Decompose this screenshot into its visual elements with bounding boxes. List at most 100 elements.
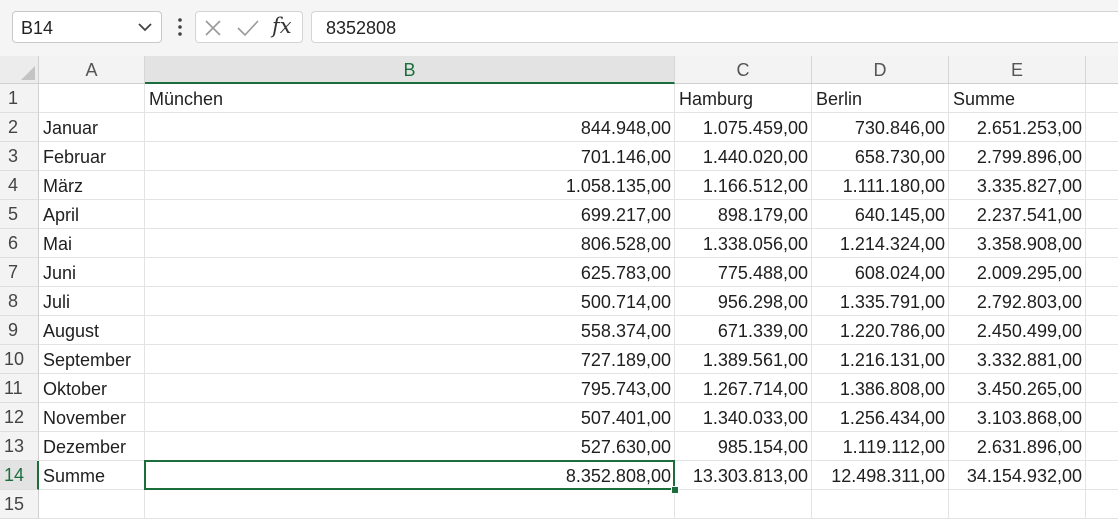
cell-e14[interactable]: 34.154.932,00 [949, 461, 1086, 490]
cancel-icon[interactable] [204, 19, 222, 37]
cell-d11[interactable]: 1.386.808,00 [812, 374, 949, 403]
cell-d3[interactable]: 658.730,00 [812, 142, 949, 171]
cell-a4[interactable]: März [39, 171, 145, 200]
cell-e1[interactable]: Summe [949, 84, 1086, 113]
cell-filler[interactable] [1086, 171, 1118, 200]
more-options-icon[interactable] [170, 15, 190, 39]
confirm-icon[interactable] [236, 19, 260, 37]
row-header-15[interactable]: 15 [0, 490, 39, 519]
row-header-10[interactable]: 10 [0, 345, 39, 374]
cell-filler[interactable] [1086, 84, 1118, 113]
cell-d8[interactable]: 1.335.791,00 [812, 287, 949, 316]
cell-e11[interactable]: 3.450.265,00 [949, 374, 1086, 403]
cell-d1[interactable]: Berlin [812, 84, 949, 113]
fill-handle[interactable] [671, 486, 679, 494]
column-header-d[interactable]: D [812, 56, 949, 84]
cell-d13[interactable]: 1.119.112,00 [812, 432, 949, 461]
cell-filler[interactable] [1086, 432, 1118, 461]
select-all-icon[interactable] [21, 66, 35, 80]
row-header-9[interactable]: 9 [0, 316, 39, 345]
cell-a12[interactable]: November [39, 403, 145, 432]
cell-c15[interactable] [675, 490, 812, 519]
cell-filler[interactable] [1086, 374, 1118, 403]
row-header-11[interactable]: 11 [0, 374, 39, 403]
cell-b11[interactable]: 795.743,00 [145, 374, 675, 403]
cell-filler[interactable] [1086, 113, 1118, 142]
cell-c7[interactable]: 775.488,00 [675, 258, 812, 287]
cell-d15[interactable] [812, 490, 949, 519]
cell-a5[interactable]: April [39, 200, 145, 229]
cell-e12[interactable]: 3.103.868,00 [949, 403, 1086, 432]
cell-b15[interactable] [145, 490, 675, 519]
cell-filler[interactable] [1086, 200, 1118, 229]
cell-c11[interactable]: 1.267.714,00 [675, 374, 812, 403]
cell-b13[interactable]: 527.630,00 [145, 432, 675, 461]
cell-d14[interactable]: 12.498.311,00 [812, 461, 949, 490]
cell-a6[interactable]: Mai [39, 229, 145, 258]
cell-filler[interactable] [1086, 461, 1118, 490]
cell-c1[interactable]: Hamburg [675, 84, 812, 113]
cell-b3[interactable]: 701.146,00 [145, 142, 675, 171]
cell-d4[interactable]: 1.111.180,00 [812, 171, 949, 200]
cell-b14[interactable]: 8.352.808,00 [145, 461, 675, 490]
row-header-13[interactable]: 13 [0, 432, 39, 461]
row-header-4[interactable]: 4 [0, 171, 39, 200]
cell-b2[interactable]: 844.948,00 [145, 113, 675, 142]
cell-b12[interactable]: 507.401,00 [145, 403, 675, 432]
cell-e7[interactable]: 2.009.295,00 [949, 258, 1086, 287]
cell-e15[interactable] [949, 490, 1086, 519]
row-header-7[interactable]: 7 [0, 258, 39, 287]
cell-e9[interactable]: 2.450.499,00 [949, 316, 1086, 345]
cell-a10[interactable]: September [39, 345, 145, 374]
cell-c9[interactable]: 671.339,00 [675, 316, 812, 345]
cell-b9[interactable]: 558.374,00 [145, 316, 675, 345]
cell-filler[interactable] [1086, 142, 1118, 171]
row-header-12[interactable]: 12 [0, 403, 39, 432]
cell-b6[interactable]: 806.528,00 [145, 229, 675, 258]
select-all-corner[interactable] [0, 56, 39, 84]
cell-b5[interactable]: 699.217,00 [145, 200, 675, 229]
row-header-1[interactable]: 1 [0, 84, 39, 113]
cell-a8[interactable]: Juli [39, 287, 145, 316]
cell-e5[interactable]: 2.237.541,00 [949, 200, 1086, 229]
cell-e10[interactable]: 3.332.881,00 [949, 345, 1086, 374]
formula-input-value[interactable]: 8352808 [326, 18, 396, 39]
cell-c14[interactable]: 13.303.813,00 [675, 461, 812, 490]
cell-filler[interactable] [1086, 258, 1118, 287]
cell-d7[interactable]: 608.024,00 [812, 258, 949, 287]
cell-b7[interactable]: 625.783,00 [145, 258, 675, 287]
cell-a13[interactable]: Dezember [39, 432, 145, 461]
cell-filler[interactable] [1086, 403, 1118, 432]
name-box-value[interactable]: B14 [21, 18, 53, 39]
cell-d12[interactable]: 1.256.434,00 [812, 403, 949, 432]
cell-d9[interactable]: 1.220.786,00 [812, 316, 949, 345]
cell-a15[interactable] [39, 490, 145, 519]
cell-a2[interactable]: Januar [39, 113, 145, 142]
cell-e6[interactable]: 3.358.908,00 [949, 229, 1086, 258]
cell-c13[interactable]: 985.154,00 [675, 432, 812, 461]
cell-filler[interactable] [1086, 287, 1118, 316]
cell-c2[interactable]: 1.075.459,00 [675, 113, 812, 142]
cell-a3[interactable]: Februar [39, 142, 145, 171]
column-header-c[interactable]: C [675, 56, 812, 84]
cell-filler[interactable] [1086, 345, 1118, 374]
cell-b10[interactable]: 727.189,00 [145, 345, 675, 374]
cell-d6[interactable]: 1.214.324,00 [812, 229, 949, 258]
row-header-5[interactable]: 5 [0, 200, 39, 229]
cell-b8[interactable]: 500.714,00 [145, 287, 675, 316]
cell-a7[interactable]: Juni [39, 258, 145, 287]
column-header-b[interactable]: B [145, 56, 675, 84]
column-header-e[interactable]: E [949, 56, 1086, 84]
cell-e2[interactable]: 2.651.253,00 [949, 113, 1086, 142]
name-box[interactable]: B14 [12, 11, 162, 43]
row-header-8[interactable]: 8 [0, 287, 39, 316]
chevron-down-icon[interactable] [137, 21, 153, 33]
cell-filler[interactable] [1086, 490, 1118, 519]
row-header-14[interactable]: 14 [0, 461, 39, 490]
cell-c4[interactable]: 1.166.512,00 [675, 171, 812, 200]
row-header-2[interactable]: 2 [0, 113, 39, 142]
insert-function-icon[interactable]: fx [272, 14, 292, 38]
formula-input[interactable]: 8352808 [311, 11, 1118, 43]
cell-d2[interactable]: 730.846,00 [812, 113, 949, 142]
row-header-6[interactable]: 6 [0, 229, 39, 258]
